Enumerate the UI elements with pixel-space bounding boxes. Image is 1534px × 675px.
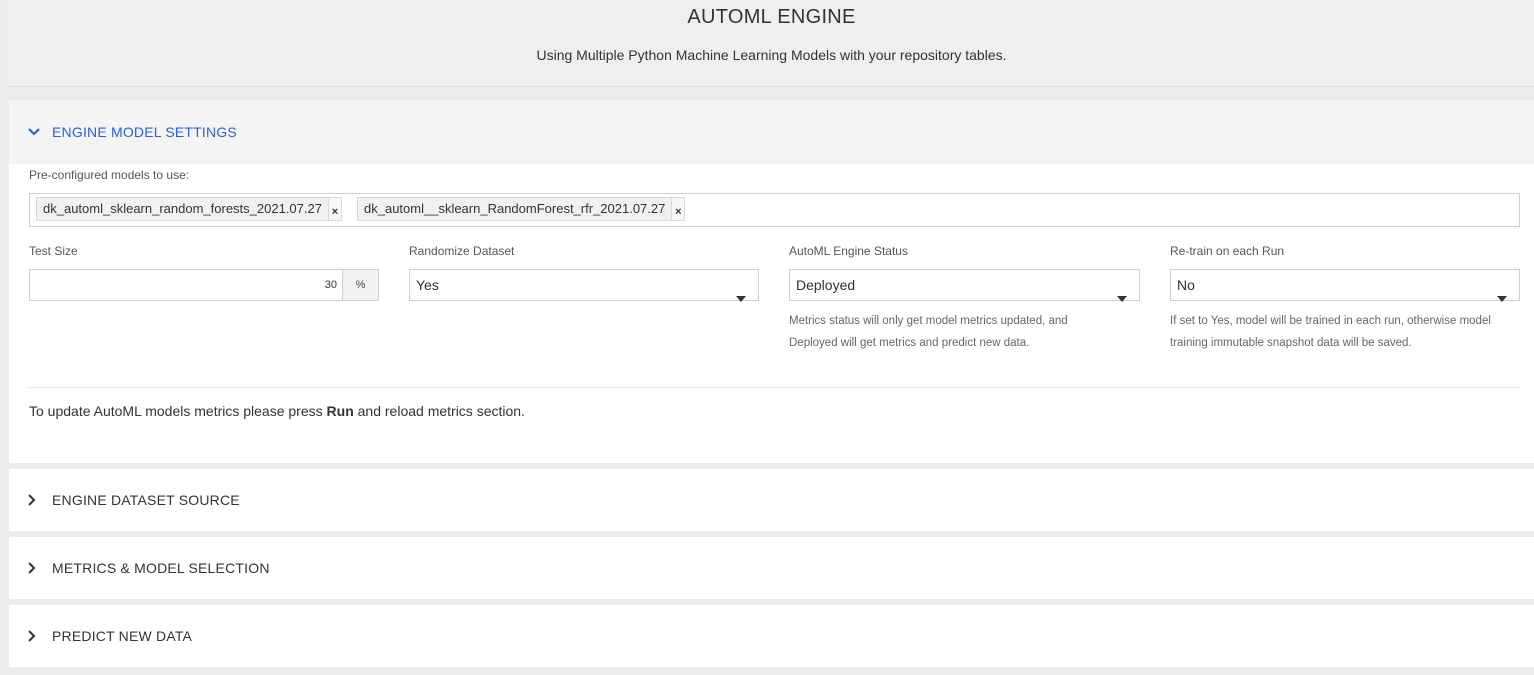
status-help-text: Metrics status will only get model metri… (789, 310, 1068, 354)
retrain-select[interactable]: No (1170, 269, 1520, 302)
status-value: Deployed (796, 277, 856, 293)
close-icon[interactable]: × (327, 197, 342, 221)
status-help-line: Deployed will get metrics and predict ne… (789, 337, 1030, 349)
retrain-help-line: training immutable snapshot data will be… (1170, 337, 1412, 349)
section-header-metrics-model-selection[interactable]: METRICS & MODEL SELECTION (9, 537, 1534, 599)
page-subtitle: Using Multiple Python Machine Learning M… (536, 47, 1007, 63)
randomize-select[interactable]: Yes (409, 269, 759, 302)
section-title: ENGINE MODEL SETTINGS (52, 124, 237, 140)
page-title: AUTOML ENGINE (687, 6, 856, 28)
model-tag: dk_automl__sklearn_RandomForest_rfr_2021… (357, 197, 686, 221)
models-multiselect[interactable]: dk_automl_sklearn_random_forests_2021.07… (29, 193, 1520, 227)
run-note-suffix: and reload metrics section. (353, 403, 525, 419)
divider (29, 387, 1520, 388)
model-tag: dk_automl_sklearn_random_forests_2021.07… (36, 197, 342, 221)
chevron-right-icon (28, 628, 52, 644)
section-metrics-model-selection: METRICS & MODEL SELECTION (9, 537, 1534, 599)
chevron-right-icon (28, 492, 52, 508)
section-header-engine-dataset-source[interactable]: ENGINE DATASET SOURCE (9, 469, 1534, 531)
chevron-down-icon (28, 124, 52, 140)
section-title: METRICS & MODEL SELECTION (52, 560, 270, 576)
status-help-line: Metrics status will only get model metri… (789, 315, 1068, 327)
section-header-predict-new-data[interactable]: PREDICT NEW DATA (9, 605, 1534, 667)
test-size-input[interactable]: 30 (29, 269, 343, 301)
section-engine-model-settings: ENGINE MODEL SETTINGS Pre-configured mod… (9, 100, 1534, 463)
run-note-bold: Run (326, 403, 354, 419)
models-label: Pre-configured models to use: (29, 168, 190, 182)
section-title: PREDICT NEW DATA (52, 628, 193, 644)
run-note: To update AutoML models metrics please p… (29, 403, 525, 419)
status-label: AutoML Engine Status (789, 244, 908, 258)
section-predict-new-data: PREDICT NEW DATA (9, 605, 1534, 667)
model-tag-label: dk_automl__sklearn_RandomForest_rfr_2021… (357, 197, 672, 221)
section-title: ENGINE DATASET SOURCE (52, 492, 240, 508)
section-engine-dataset-source: ENGINE DATASET SOURCE (9, 469, 1534, 531)
retrain-value: No (1177, 277, 1195, 293)
run-note-prefix: To update AutoML models metrics please p… (29, 403, 327, 419)
close-icon[interactable]: × (671, 197, 686, 221)
test-size-unit: % (342, 269, 379, 301)
retrain-help-text: If set to Yes, model will be trained in … (1170, 310, 1491, 354)
caret-down-icon (1497, 282, 1507, 312)
retrain-help-line: If set to Yes, model will be trained in … (1170, 315, 1491, 327)
model-tag-label: dk_automl_sklearn_random_forests_2021.07… (36, 197, 328, 221)
chevron-right-icon (28, 560, 52, 576)
randomize-label: Randomize Dataset (409, 244, 515, 258)
caret-down-icon (736, 282, 746, 312)
retrain-label: Re-train on each Run (1170, 244, 1285, 258)
randomize-value: Yes (416, 277, 439, 293)
caret-down-icon (1117, 282, 1127, 312)
status-select[interactable]: Deployed (789, 269, 1140, 302)
page-header: AUTOML ENGINE Using Multiple Python Mach… (9, 0, 1534, 87)
test-size-label: Test Size (29, 244, 78, 258)
section-header-engine-model-settings[interactable]: ENGINE MODEL SETTINGS (9, 100, 1534, 164)
